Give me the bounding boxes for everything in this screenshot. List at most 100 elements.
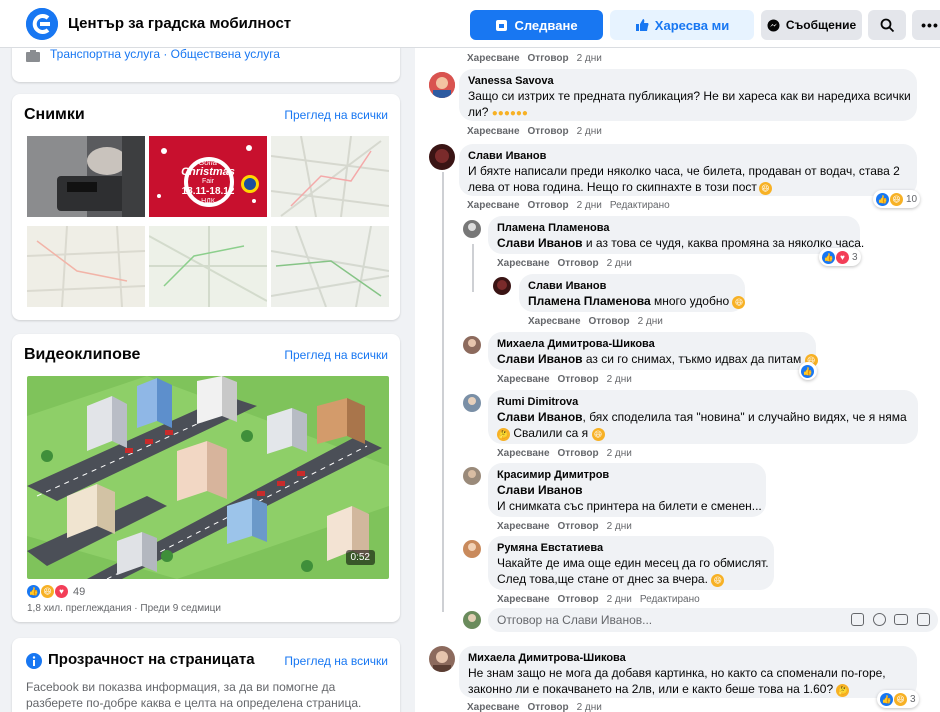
like-comment-link[interactable]: Харесване [467, 126, 520, 137]
comment-actions: Харесване Отговор 2 дни [467, 702, 610, 712]
message-label: Съобщение [785, 18, 857, 32]
reply-comment-link[interactable]: Отговор [528, 126, 569, 137]
reply-comment-link[interactable]: Отговор [528, 200, 569, 211]
love-reaction-icon: ♥ [55, 585, 68, 598]
like-page-button[interactable]: Харесва ми [610, 10, 754, 40]
like-comment-link[interactable]: Харесване [467, 702, 520, 712]
reply-input[interactable]: Отговор на Слави Иванов... [488, 608, 938, 632]
comment-actions: Харесване Отговор 2 дни [497, 374, 640, 385]
comment-edited-label: Редактирано [639, 594, 700, 605]
mention-link[interactable]: Слави Иванов [497, 410, 583, 424]
reply-comment-link[interactable]: Отговор [528, 53, 569, 64]
reply-comment-link[interactable]: Отговор [558, 258, 599, 269]
comment-author[interactable]: Румяна Евстатиева [497, 541, 765, 555]
comment-actions: Харесване Отговор 2 дни [497, 521, 640, 532]
page-header: Център за градска мобилност Следване Хар… [0, 0, 940, 48]
reply-comment-link[interactable]: Отговор [558, 521, 599, 532]
comment-author[interactable]: Михаела Димитрова-Шикова [468, 651, 908, 665]
follow-icon [496, 19, 508, 31]
comment-author[interactable]: Rumi Dimitrova [497, 395, 909, 409]
like-reaction-icon: 👍 [801, 364, 814, 378]
comment-text: Пламена Пламенова много удобно 😆 [528, 293, 746, 309]
mention-link[interactable]: Слави Иванов [497, 483, 583, 497]
like-comment-link[interactable]: Харесване [497, 448, 550, 459]
like-comment-link[interactable]: Харесване [467, 53, 520, 64]
message-button[interactable]: Съобщение [761, 10, 862, 40]
mention-link[interactable]: Слави Иванов [497, 352, 583, 366]
avatar[interactable] [493, 277, 511, 295]
comment-bubble: Слави Иванов Пламена Пламенова много удо… [519, 274, 746, 312]
reaction-count: 3 [852, 251, 858, 263]
comment-reactions[interactable]: 👍 😆 10 [873, 190, 921, 208]
comment-author[interactable]: Красимир Димитров [497, 468, 757, 482]
avatar[interactable] [463, 394, 481, 412]
comment-text-line2: 🤔 Свалили са я 😆 [497, 425, 909, 441]
comment-text-line2: лева от нова година. Нещо го скипнахте в… [468, 179, 908, 195]
reply-comment-link[interactable]: Отговор [558, 374, 599, 385]
comment-author[interactable]: Пламена Пламенова [497, 221, 851, 235]
emoji-icon[interactable] [873, 613, 886, 626]
comment-author[interactable]: Слави Иванов [468, 149, 908, 163]
avatar[interactable] [429, 144, 455, 170]
comment-bubble: Rumi Dimitrova Слави Иванов, бях сподели… [488, 390, 918, 444]
comment-reactions[interactable]: 👍 ♥ 3 [819, 248, 861, 266]
avatar[interactable] [463, 467, 481, 485]
follow-button[interactable]: Следване [470, 10, 603, 40]
video-reactions[interactable]: 👍 😆 ♥ 49 [27, 585, 85, 598]
comment-time: 2 дни [576, 702, 602, 712]
video-thumbnail[interactable]: 0:52 [27, 376, 389, 579]
avatar[interactable] [429, 72, 455, 98]
photo-christmas-fair[interactable]: Sofia Christmas Fair 18.11-18.12 НДК [149, 136, 267, 217]
comment-text: Слави Иванов и аз това се чудя, каква пр… [497, 235, 864, 251]
videos-see-all-link[interactable]: Преглед на всички [284, 348, 388, 362]
like-reaction-icon: 👍 [27, 585, 40, 598]
reply-comment-link[interactable]: Отговор [558, 448, 599, 459]
photo-route-map-1[interactable] [271, 136, 389, 217]
avatar[interactable] [463, 220, 481, 238]
photo-ticket-machine[interactable] [27, 136, 145, 217]
like-comment-link[interactable]: Харесване [528, 316, 581, 327]
mention-link[interactable]: Пламена Пламенова [528, 294, 651, 308]
like-comment-link[interactable]: Харесване [467, 200, 520, 211]
transparency-see-all-link[interactable]: Преглед на всички [284, 654, 388, 668]
like-comment-link[interactable]: Харесване [497, 521, 550, 532]
mention-link[interactable]: Слави Иванов [497, 236, 583, 250]
christmas-venue: НДК [201, 198, 215, 205]
photo-route-map-4[interactable] [271, 226, 389, 307]
photo-route-map-2[interactable] [27, 226, 145, 307]
comment-edited-label: Редактирано [609, 200, 670, 211]
comment-bubble: Румяна Евстатиева Чакайте де има още еди… [488, 536, 774, 590]
page-title[interactable]: Център за градска мобилност [68, 15, 291, 32]
comment-author[interactable]: Михаела Димитрова-Шикова [497, 337, 807, 351]
photos-heading: Снимки [24, 106, 85, 123]
photos-see-all-link[interactable]: Преглед на всички [284, 108, 388, 122]
comment-text-line1: Слави Иванов, бях споделила тая "новина"… [497, 409, 909, 425]
comment-author[interactable]: Vanessa Savova [468, 74, 908, 88]
reply-comment-link[interactable]: Отговор [589, 316, 630, 327]
avatar[interactable] [463, 540, 481, 558]
page-category[interactable]: Транспортна услуга · Обществена услуга [50, 47, 280, 61]
comment-actions: Харесване Отговор 2 дни Редактирано [467, 200, 678, 211]
reply-comment-link[interactable]: Отговор [558, 594, 599, 605]
search-button[interactable] [868, 10, 906, 40]
reply-comment-link[interactable]: Отговор [528, 702, 569, 712]
like-comment-link[interactable]: Харесване [497, 594, 550, 605]
like-comment-link[interactable]: Харесване [497, 258, 550, 269]
comment-reactions[interactable]: 👍 [799, 362, 817, 380]
gif-icon[interactable] [917, 613, 930, 626]
like-reaction-icon: 👍 [880, 692, 893, 706]
photo-route-map-3[interactable] [149, 226, 267, 307]
comment-author[interactable]: Слави Иванов [528, 279, 736, 293]
current-user-avatar [463, 611, 481, 629]
christmas-dates: 18.11-18.12 [181, 186, 235, 197]
sticker-icon[interactable] [851, 613, 864, 626]
camera-icon[interactable] [894, 614, 908, 625]
avatar[interactable] [463, 336, 481, 354]
page-logo[interactable] [26, 8, 58, 40]
comment-reactions[interactable]: 👍 😆 3 [877, 690, 919, 708]
transparency-desc-1: Facebook ви показва информация, за да ви… [26, 680, 336, 694]
category-icon [26, 50, 40, 62]
avatar[interactable] [429, 646, 455, 672]
more-options-button[interactable]: ••• [912, 10, 940, 40]
like-comment-link[interactable]: Харесване [497, 374, 550, 385]
